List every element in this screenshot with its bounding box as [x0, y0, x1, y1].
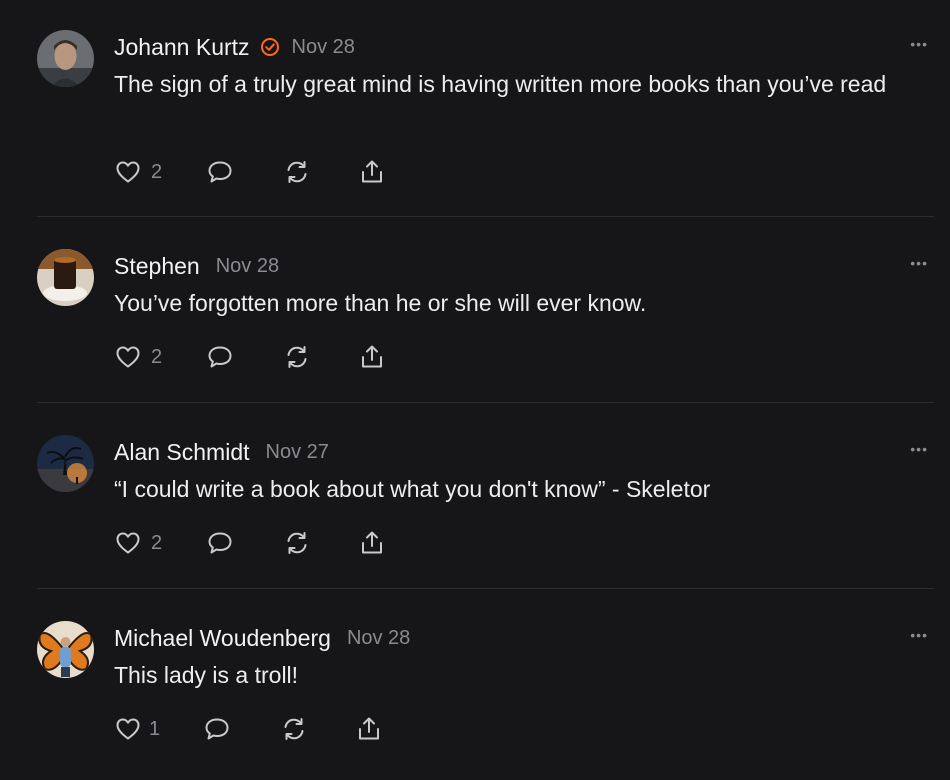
- restack-button[interactable]: [283, 529, 358, 557]
- like-count: 1: [149, 717, 161, 740]
- heart-icon: [116, 161, 140, 183]
- restack-button[interactable]: [283, 158, 358, 186]
- comment-text: The sign of a truly great mind is having…: [114, 71, 887, 97]
- share-button[interactable]: [358, 158, 386, 186]
- post-date[interactable]: Nov 28: [292, 36, 355, 59]
- avatar[interactable]: [37, 621, 94, 678]
- heart-icon: [116, 532, 140, 554]
- restack-icon: [287, 532, 307, 554]
- divider: [37, 588, 934, 589]
- tree-avatar-icon: [37, 435, 94, 492]
- restack-icon: [284, 718, 304, 740]
- share-icon: [362, 160, 382, 183]
- author-name[interactable]: Alan Schmidt: [114, 439, 250, 466]
- divider: [37, 216, 934, 217]
- share-icon: [362, 345, 382, 368]
- share-button[interactable]: [358, 343, 386, 371]
- comment-actions: 2: [114, 529, 386, 557]
- share-icon: [362, 531, 382, 554]
- author-name[interactable]: Stephen: [114, 253, 200, 280]
- verified-badge-icon: [260, 37, 280, 57]
- more-options-icon[interactable]: •••: [910, 441, 928, 457]
- reply-button[interactable]: [206, 343, 283, 371]
- comment-text: “I could write a book about what you don…: [114, 476, 711, 502]
- butterfly-avatar-icon: [37, 621, 94, 678]
- divider: [37, 402, 934, 403]
- avatar[interactable]: [37, 435, 94, 492]
- share-button[interactable]: [355, 715, 383, 743]
- more-options-icon[interactable]: •••: [910, 36, 928, 52]
- comment-icon: [205, 718, 229, 740]
- reply-button[interactable]: [206, 529, 283, 557]
- comment-actions: 2: [114, 158, 386, 186]
- restack-icon: [287, 346, 307, 368]
- post-date[interactable]: Nov 27: [266, 441, 329, 464]
- avatar[interactable]: [37, 249, 94, 306]
- post-date[interactable]: Nov 28: [216, 255, 279, 278]
- like-count: 2: [151, 531, 163, 554]
- comment-thread: Johann Kurtz Nov 28 ••• The sign of a tr…: [0, 0, 950, 780]
- like-count: 2: [151, 160, 163, 183]
- more-options-icon[interactable]: •••: [910, 627, 928, 643]
- comment-icon: [208, 532, 232, 554]
- like-count: 2: [151, 345, 163, 368]
- comment-icon: [208, 161, 232, 183]
- author-name[interactable]: Johann Kurtz: [114, 34, 250, 61]
- comment-icon: [208, 346, 232, 368]
- post-date[interactable]: Nov 28: [347, 627, 410, 650]
- heart-icon: [116, 346, 140, 368]
- comment-text: You’ve forgotten more than he or she wil…: [114, 290, 647, 316]
- share-button[interactable]: [358, 529, 386, 557]
- portrait-avatar-icon: [37, 30, 94, 87]
- share-icon: [359, 717, 379, 740]
- restack-button[interactable]: [280, 715, 355, 743]
- more-options-icon[interactable]: •••: [910, 255, 928, 271]
- avatar[interactable]: [37, 30, 94, 87]
- coffee-avatar-icon: [37, 249, 94, 306]
- comment-text: This lady is a troll!: [114, 662, 299, 688]
- restack-button[interactable]: [283, 343, 358, 371]
- like-button[interactable]: 2: [114, 158, 206, 186]
- like-button[interactable]: 2: [114, 343, 206, 371]
- comment-actions: 1: [114, 715, 383, 743]
- comment-actions: 2: [114, 343, 386, 371]
- like-button[interactable]: 1: [114, 715, 203, 743]
- reply-button[interactable]: [203, 715, 280, 743]
- author-name[interactable]: Michael Woudenberg: [114, 625, 331, 652]
- reply-button[interactable]: [206, 158, 283, 186]
- like-button[interactable]: 2: [114, 529, 206, 557]
- restack-icon: [287, 161, 307, 183]
- heart-icon: [116, 718, 140, 740]
